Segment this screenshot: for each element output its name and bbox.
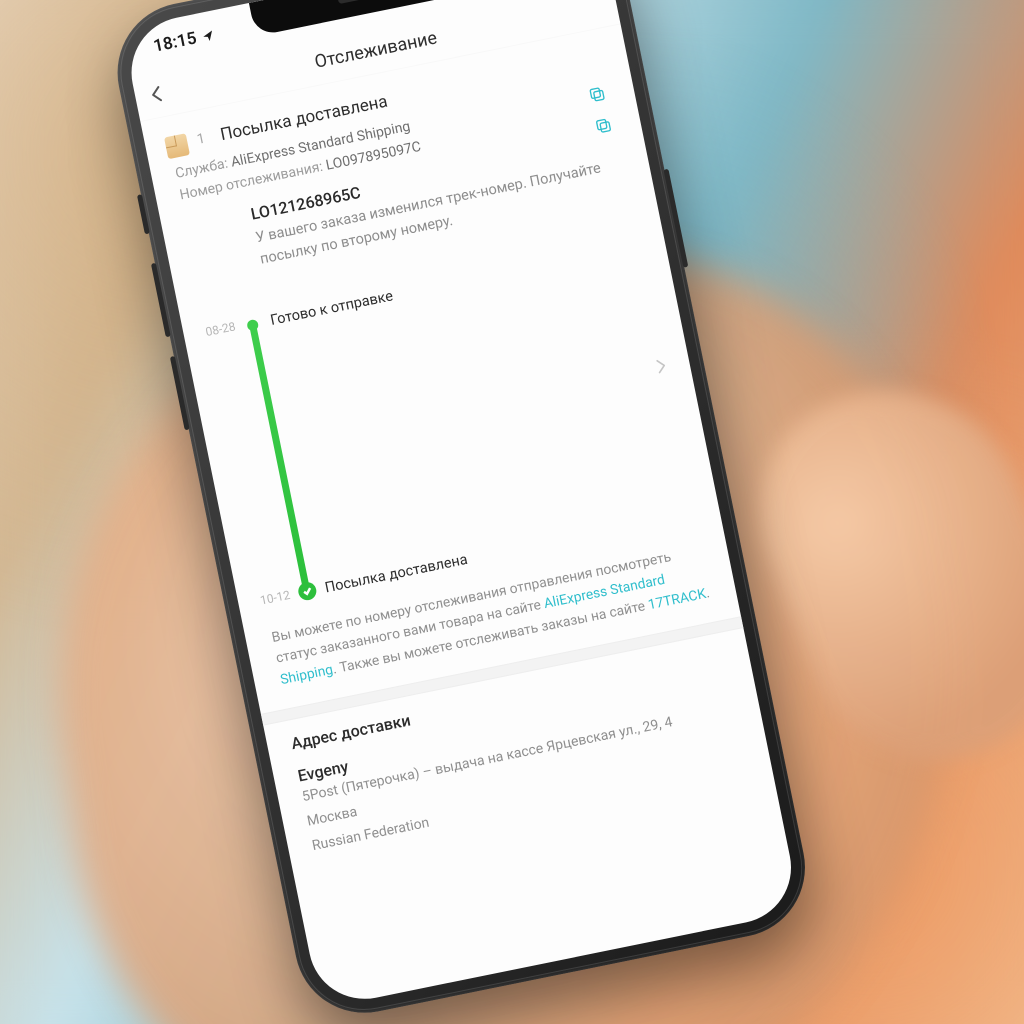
- chevron-right-icon[interactable]: [650, 355, 672, 380]
- package-count: 1: [196, 131, 207, 148]
- location-icon: [201, 28, 216, 43]
- photo-background: 18:15: [0, 0, 1024, 1024]
- timeline-end-dot: [297, 580, 318, 601]
- back-button[interactable]: [145, 82, 169, 106]
- timeline-start-date: 08-28: [204, 319, 236, 339]
- copy-tracking-button[interactable]: [593, 114, 621, 142]
- package-icon: [164, 133, 190, 159]
- timeline-end-date: 10-12: [259, 588, 291, 608]
- timeline-start-label: Готово к отправке: [269, 287, 394, 328]
- copy-service-button[interactable]: [587, 83, 615, 111]
- timeline-bar: [249, 325, 310, 593]
- status-time: 18:15: [152, 28, 199, 56]
